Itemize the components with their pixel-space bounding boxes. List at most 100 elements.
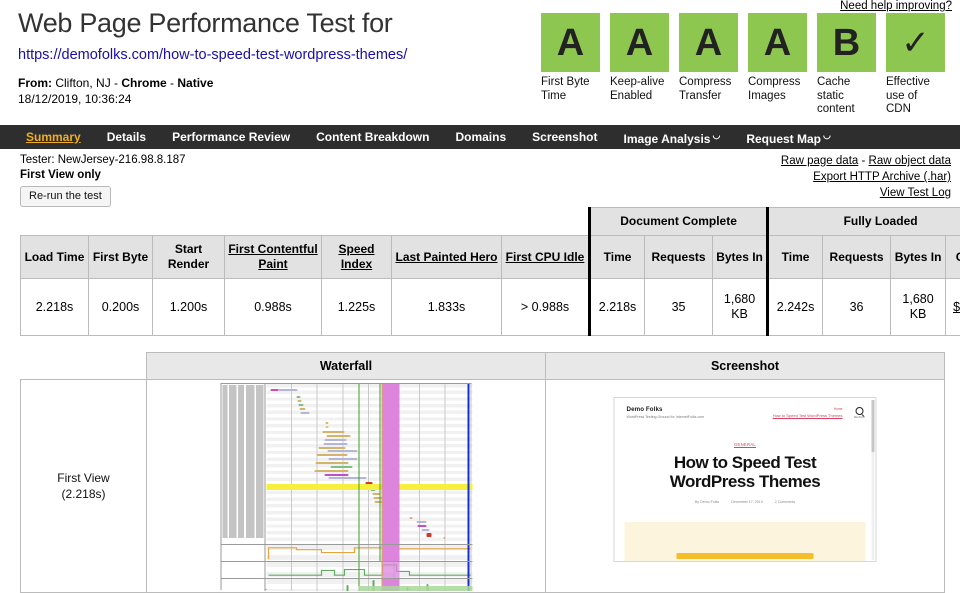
metrics-table-wrapper: Document Complete Fully Loaded Load Time… <box>0 207 960 336</box>
tab-label: Summary <box>26 130 81 144</box>
thumbnail-meta-author: By Demo Folks <box>694 500 720 504</box>
panel-row-first-view: First View (2.218s) Demo Folks WordPress… <box>20 379 945 593</box>
tab-summary[interactable]: Summary <box>13 125 94 149</box>
tab-request-map[interactable]: Request Map ◡ <box>733 123 844 151</box>
group-header-document-complete: Document Complete <box>588 207 770 236</box>
page-screenshot-thumbnail[interactable]: Demo Folks WordPress Testing Ground for … <box>613 397 877 562</box>
test-timestamp: 18/12/2019, 10:36:24 <box>18 92 132 106</box>
raw-data-links: Raw page data - Raw object data Export H… <box>781 153 951 201</box>
waterfall-plot-area <box>266 384 473 544</box>
separator-1: - <box>110 76 122 90</box>
export-http-archive-link[interactable]: Export HTTP Archive (.har) <box>813 171 951 183</box>
test-info-row: Tester: NewJersey-216.98.8.187 First Vie… <box>0 149 960 207</box>
cell-fl-bytes-in: 1,680 KB <box>890 278 947 336</box>
dom-interactive-band <box>382 384 400 544</box>
grade-label: First Byte Time <box>541 76 590 102</box>
cpu-utilization-chart <box>221 544 473 561</box>
col-last-painted-hero[interactable]: Last Painted Hero <box>391 235 502 279</box>
export-har-line: Export HTTP Archive (.har) <box>781 169 951 185</box>
col-first-contentful-paint[interactable]: First Contentful Paint <box>224 235 322 279</box>
grade-cache-static-content[interactable]: B Cache static content <box>817 13 876 117</box>
waterfall-request-labels <box>221 384 266 544</box>
table-column-header-row: Load Time First Byte Start Render First … <box>20 235 960 279</box>
tab-label: Request Map <box>746 132 821 146</box>
thumbnail-meta-date: December 17, 2019 <box>731 500 763 504</box>
cell-start-render: 1.200s <box>152 278 225 336</box>
metrics-table: Document Complete Fully Loaded Load Time… <box>20 207 960 336</box>
link-separator: - <box>858 155 869 167</box>
tab-label: Domains <box>455 130 507 144</box>
cell-dc-requests: 35 <box>644 278 714 336</box>
tab-image-analysis[interactable]: Image Analysis ◡ <box>611 123 734 151</box>
raw-object-data-link[interactable]: Raw object data <box>869 155 951 167</box>
onload-marker-row <box>266 484 473 490</box>
cpu-chart-label <box>221 545 266 561</box>
view-test-log-link[interactable]: View Test Log <box>880 187 951 199</box>
cell-cost[interactable]: $$$$- <box>945 278 960 336</box>
col-cost: Cost <box>945 235 960 279</box>
screenshot-cell[interactable]: Demo Folks WordPress Testing Ground for … <box>545 379 945 593</box>
waterfall-chart[interactable] <box>220 383 473 591</box>
thumbnail-cta-button <box>676 553 814 559</box>
tab-domains[interactable]: Domains <box>442 125 519 149</box>
col-start-render: Start Render <box>152 235 225 279</box>
grade-badge: A <box>748 13 807 72</box>
panel-header-row: Waterfall Screenshot <box>20 352 945 380</box>
connection-type: Native <box>177 76 214 90</box>
col-load-time: Load Time <box>20 235 89 279</box>
grade-badge: A <box>541 13 600 72</box>
col-first-cpu-idle[interactable]: First CPU Idle <box>500 235 591 279</box>
cell-first-cpu-idle: > 0.988s <box>500 278 591 336</box>
grade-effective-use-of-cdn[interactable]: ✓ Effective use of CDN <box>886 13 945 117</box>
from-location: Clifton, NJ <box>55 76 111 90</box>
grade-badge: B <box>817 13 876 72</box>
title-block: Web Page Performance Test for https://de… <box>18 6 528 107</box>
col-fl-time: Time <box>767 235 824 279</box>
bandwidth-chart-plot <box>266 562 473 578</box>
cell-load-time: 2.218s <box>20 278 89 336</box>
tab-performance-review[interactable]: Performance Review <box>159 125 303 149</box>
bandwidth-line <box>268 564 471 576</box>
tab-label: Details <box>106 130 147 144</box>
view-name: First View <box>57 471 110 485</box>
cell-first-byte: 0.200s <box>88 278 153 336</box>
thumbnail-nav: Home How to Speed Test WordPress Themes <box>773 407 843 418</box>
waterfall-time-gridlines <box>266 384 473 544</box>
waterfall-cell[interactable] <box>146 379 546 593</box>
raw-page-data-link[interactable]: Raw page data <box>781 155 858 167</box>
document-complete-marker <box>381 384 383 544</box>
grade-keep-alive-enabled[interactable]: A Keep-alive Enabled <box>610 13 669 117</box>
grade-label: Cache static content <box>817 76 855 115</box>
tab-screenshot[interactable]: Screenshot <box>519 125 610 149</box>
col-fl-requests: Requests <box>822 235 892 279</box>
waterfall-request-rows <box>221 384 473 544</box>
panel-header-screenshot: Screenshot <box>545 352 945 380</box>
need-help-improving-link[interactable]: Need help improving? <box>840 0 952 12</box>
grade-compress-transfer[interactable]: A Compress Transfer <box>679 13 738 117</box>
page-title: Web Page Performance Test for <box>18 8 393 38</box>
grade-first-byte-time[interactable]: A First Byte Time <box>541 13 600 117</box>
waterfall-screenshot-wrapper: Waterfall Screenshot First View (2.218s) <box>0 352 960 593</box>
tab-label: Image Analysis <box>623 132 711 146</box>
view-time: (2.218s) <box>61 487 106 501</box>
tab-content-breakdown[interactable]: Content Breakdown <box>303 125 442 149</box>
cell-last-painted-hero: 1.833s <box>391 278 502 336</box>
thumbnail-scrollbar-thumb <box>871 400 875 452</box>
grade-label: Compress Transfer <box>679 76 732 102</box>
thumbnail-meta-comments: 2 Comments <box>774 500 796 504</box>
main-navigation: Summary Details Performance Review Conte… <box>0 125 960 149</box>
col-speed-index[interactable]: Speed Index <box>321 235 392 279</box>
tested-url-link[interactable]: https://demofolks.com/how-to-speed-test-… <box>18 46 528 64</box>
group-header-blank <box>20 207 590 236</box>
grade-compress-images[interactable]: A Compress Images <box>748 13 807 117</box>
external-link-icon: ◡ <box>712 130 721 140</box>
tab-details[interactable]: Details <box>94 125 159 149</box>
grade-label: Compress Images <box>748 76 801 102</box>
fully-loaded-marker <box>467 384 470 544</box>
cost-value[interactable]: $$$$- <box>953 300 960 314</box>
col-label: Speed Index <box>338 242 375 271</box>
re-run-test-button[interactable]: Re-run the test <box>20 186 111 207</box>
thumbnail-meta: By Demo Folks December 17, 2019 2 Commen… <box>627 500 864 504</box>
col-dc-requests: Requests <box>644 235 714 279</box>
main-thread-chart <box>221 578 473 591</box>
